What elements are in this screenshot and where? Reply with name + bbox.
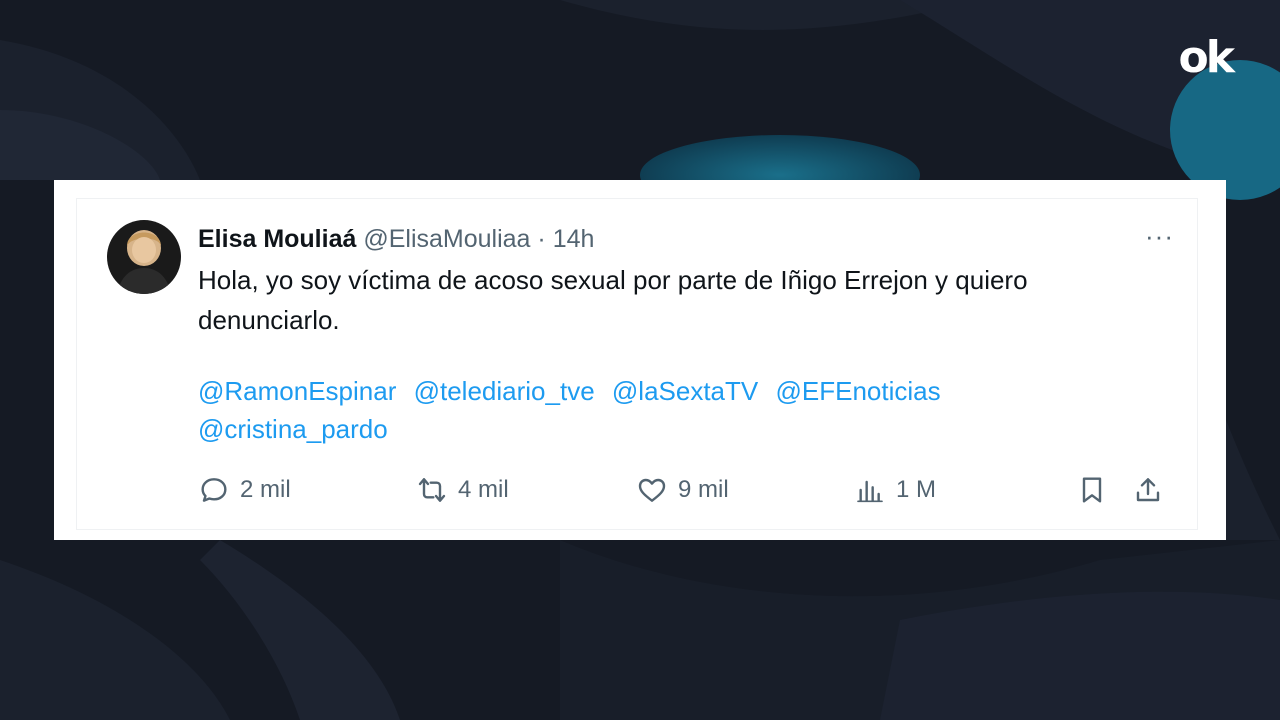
mention-link[interactable]: @laSextaTV: [612, 376, 758, 406]
tweet-card[interactable]: Elisa Mouliaá @ElisaMouliaa · 14h ··· Ho…: [54, 180, 1226, 540]
user-handle[interactable]: @ElisaMouliaa: [363, 225, 530, 253]
display-name[interactable]: Elisa Mouliaá: [198, 225, 356, 253]
mention-link[interactable]: @cristina_pardo: [198, 414, 388, 444]
like-button[interactable]: 9 mil: [636, 472, 729, 508]
views-icon: [857, 480, 883, 503]
reply-icon: [201, 478, 227, 502]
card-border: [1197, 198, 1198, 530]
share-icon: [1136, 478, 1160, 502]
bookmark-button[interactable]: [1076, 472, 1108, 508]
views-count: 1 M: [896, 476, 937, 503]
avatar-image: [107, 220, 181, 294]
mention-link[interactable]: @RamonEspinar: [198, 376, 396, 406]
reply-button[interactable]: 2 mil: [198, 472, 291, 508]
card-border: [76, 198, 1198, 199]
heart-icon: [638, 478, 666, 502]
card-border: [76, 198, 77, 530]
card-border: [76, 529, 1198, 530]
mention-link[interactable]: @telediario_tve: [414, 376, 595, 406]
retweet-icon: [418, 478, 446, 502]
share-button[interactable]: [1132, 472, 1164, 508]
separator-dot: ·: [537, 225, 546, 253]
bookmark-icon: [1082, 477, 1102, 503]
tweet-mentions: @RamonEspinar @telediario_tve @laSextaTV…: [198, 372, 1158, 448]
retweet-button[interactable]: 4 mil: [416, 472, 509, 508]
more-icon[interactable]: ···: [1145, 223, 1174, 249]
retweet-count: 4 mil: [458, 476, 509, 503]
ok-logo: ok: [1178, 32, 1236, 83]
tweet-actions: 2 mil 4 mil 9 mil 1 M: [198, 472, 1168, 508]
tweet-text: Hola, yo soy víctima de acoso sexual por…: [198, 265, 1028, 335]
tweet-time[interactable]: 14h: [553, 225, 595, 253]
logo-letter-k: k: [1205, 32, 1235, 83]
views-button[interactable]: 1 M: [854, 472, 936, 508]
like-count: 9 mil: [678, 476, 729, 503]
avatar[interactable]: [107, 220, 181, 294]
reply-count: 2 mil: [240, 476, 291, 503]
tweet-header: Elisa Mouliaá @ElisaMouliaa · 14h: [198, 224, 594, 254]
logo-letter-o: o: [1178, 32, 1209, 83]
mention-link[interactable]: @EFEnoticias: [775, 376, 940, 406]
